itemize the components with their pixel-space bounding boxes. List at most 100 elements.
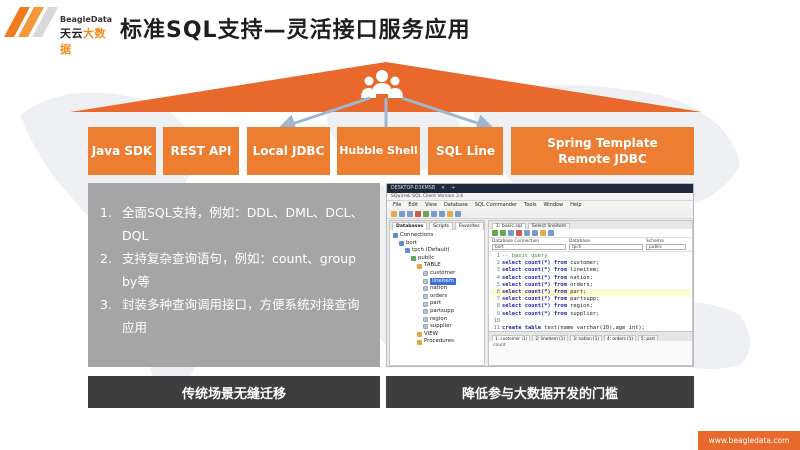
- tree-item[interactable]: supplier: [393, 323, 481, 331]
- connection-selectors: Database Connection bort Database tpch S…: [489, 238, 692, 252]
- main-toolbar: [387, 209, 693, 219]
- sql-editor-icon[interactable]: [455, 210, 461, 217]
- line-number: 3: [496, 267, 500, 274]
- tree-item[interactable]: public: [393, 255, 481, 263]
- sql-code-area[interactable]: 1 -- basic query 2 select count(*) from cus…: [489, 252, 692, 340]
- code-line: 1 -- basic query: [491, 253, 690, 260]
- tree-item[interactable]: part: [393, 300, 481, 308]
- folder-icon: [417, 263, 422, 269]
- tree-item-label: VIEW: [424, 330, 439, 337]
- tab-databases[interactable]: Databases: [392, 222, 428, 230]
- connection-select[interactable]: bort: [492, 244, 566, 250]
- window-bar: DESKTOP-D3KMSB ✕ +: [387, 184, 693, 193]
- tree-item-label: customer: [430, 269, 456, 276]
- tree-item[interactable]: lineitem: [393, 277, 481, 286]
- tree-item[interactable]: TABLE: [393, 262, 481, 270]
- run-icon[interactable]: [492, 230, 498, 236]
- table-icon: [423, 316, 428, 322]
- tree-item-label: partsupp: [430, 307, 455, 314]
- tab-select-lineitem[interactable]: Select lineitem: [527, 223, 571, 229]
- schema-selector-group: Schema public: [646, 239, 686, 250]
- sql-editor: 1: basic.sql Select lineitem Database Co…: [488, 220, 693, 366]
- menu-help[interactable]: Help: [570, 202, 581, 208]
- tree-item-label: region: [430, 315, 448, 322]
- tree-item[interactable]: Procedures: [393, 338, 481, 346]
- tree-item-label: Procedures: [424, 338, 454, 345]
- tree-item[interactable]: nation: [393, 285, 481, 293]
- menu-bar: File Edit View Database SQL Commander To…: [387, 201, 693, 209]
- menu-sql-commander[interactable]: SQL Commander: [475, 202, 517, 208]
- save-icon[interactable]: [399, 210, 405, 217]
- line-number: 2: [496, 260, 500, 267]
- save-all-icon[interactable]: [407, 210, 413, 217]
- brand-name-en: BeagleData: [60, 15, 113, 24]
- tree-item[interactable]: orders: [393, 293, 481, 301]
- menu-tools[interactable]: Tools: [524, 202, 536, 208]
- result-tab-customer[interactable]: 1: customer (1): [492, 335, 531, 341]
- tab-scripts[interactable]: Scripts: [429, 222, 453, 230]
- tree-item-label: nation: [430, 285, 448, 292]
- history-icon[interactable]: [548, 230, 554, 236]
- app-title-bar: SQuirreL SQL Client Version 3.6: [387, 193, 693, 201]
- table-icon: [423, 309, 428, 315]
- menu-edit[interactable]: Edit: [408, 202, 418, 208]
- open-folder-icon[interactable]: [391, 210, 397, 217]
- table-icon: [423, 294, 428, 300]
- run-script-icon[interactable]: [500, 230, 506, 236]
- menu-file[interactable]: File: [393, 202, 401, 208]
- tree-item[interactable]: region: [393, 316, 481, 324]
- code-line: 5 select count(*) from orders;: [491, 282, 690, 289]
- tree-item[interactable]: tpch (Default): [393, 247, 481, 255]
- right-caption-bar: 降低参与大数据开发的门槛: [386, 376, 694, 408]
- menu-view[interactable]: View: [425, 202, 437, 208]
- tree-item[interactable]: partsupp: [393, 308, 481, 316]
- explain-icon[interactable]: [508, 230, 514, 236]
- format-icon[interactable]: [540, 230, 546, 236]
- feature-list: 1. 全面SQL支持，例如：DDL、DML、DCL、DQL 2. 支持复杂查询语句，…: [88, 183, 380, 339]
- tree-item[interactable]: bort: [393, 240, 481, 248]
- database-navigator: Databases Scripts Favorites Connections b…: [389, 220, 485, 366]
- stop-icon[interactable]: [516, 230, 522, 236]
- database-select[interactable]: tpch: [569, 244, 643, 250]
- code-keyword: select count(*) from: [502, 267, 567, 274]
- result-tab-part[interactable]: 5: part: [638, 335, 659, 341]
- feature-number: 2.: [100, 251, 112, 266]
- tree-item-label: Connections: [400, 232, 434, 238]
- rollback-icon[interactable]: [532, 230, 538, 236]
- disconnect-icon[interactable]: [415, 210, 421, 217]
- interface-hubble-shell: Hubble Shell: [337, 127, 420, 175]
- connect-icon[interactable]: [423, 210, 429, 217]
- new-connection-icon[interactable]: [447, 210, 453, 217]
- tab-basic-sql[interactable]: 1: basic.sql: [492, 223, 526, 229]
- code-line: 8 select count(*) from region;: [491, 303, 690, 310]
- result-column-header: count: [493, 343, 506, 348]
- tab-favorites[interactable]: Favorites: [454, 222, 484, 230]
- code-keyword: select count(*) from: [502, 296, 567, 303]
- tree-item[interactable]: VIEW: [393, 331, 481, 339]
- brand-name-cn-part1: 天云: [60, 27, 83, 40]
- folder-icon: [417, 339, 422, 345]
- line-number: 7: [496, 296, 500, 303]
- menu-window[interactable]: Window: [543, 202, 563, 208]
- schema-select[interactable]: public: [646, 244, 686, 250]
- table-icon: [423, 278, 428, 284]
- result-tab-nation[interactable]: 3: nation (1): [570, 335, 602, 341]
- table-icon: [423, 271, 428, 277]
- table-icon: [423, 286, 428, 292]
- commit-icon[interactable]: [524, 230, 530, 236]
- menu-database[interactable]: Database: [444, 202, 468, 208]
- window-title: DESKTOP-D3KMSB: [391, 186, 436, 191]
- properties-icon[interactable]: [439, 210, 445, 217]
- refresh-icon[interactable]: [431, 210, 437, 217]
- tree-item-label: public: [418, 254, 435, 261]
- tree-item[interactable]: Connections: [393, 232, 481, 240]
- window-add-icon: +: [451, 186, 456, 191]
- interface-spring-template: Spring Template Remote JDBC: [511, 127, 694, 175]
- code-line: 9 select count(*) from supplier;: [491, 311, 690, 318]
- tree-item[interactable]: customer: [393, 270, 481, 278]
- code-text: -- basic query: [502, 253, 548, 259]
- code-line: 10: [491, 318, 690, 325]
- result-tab-lineitem[interactable]: 2: lineitem (1): [532, 335, 569, 341]
- result-tab-orders[interactable]: 4: orders (1): [604, 335, 637, 341]
- folder-icon: [417, 332, 422, 338]
